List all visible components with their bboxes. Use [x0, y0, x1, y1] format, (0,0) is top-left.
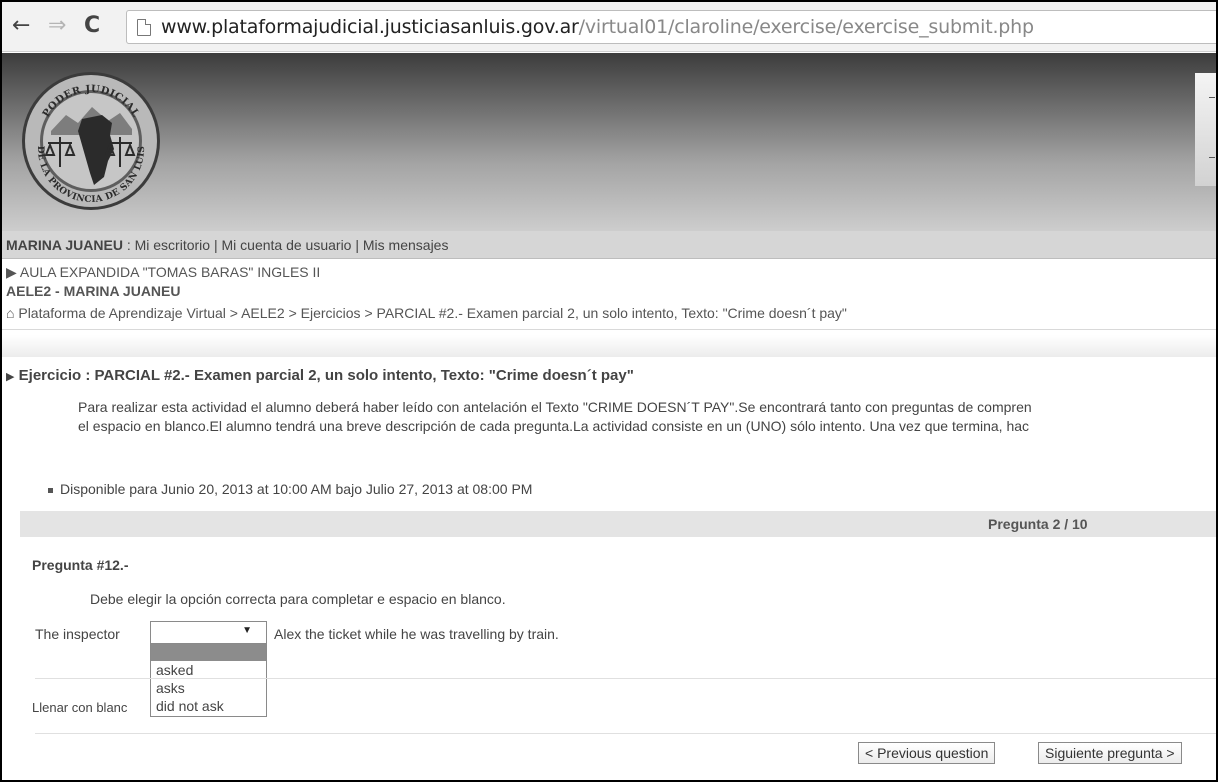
url-text[interactable]: www.plataformajudicial.justiciasanluis.g…: [161, 16, 1034, 38]
previous-question-button[interactable]: < Previous question: [858, 742, 996, 764]
toolbar-strip: [2, 335, 1216, 357]
dropdown-option-asks[interactable]: asks: [156, 680, 185, 696]
dropdown-option-asked[interactable]: asked: [156, 662, 193, 678]
breadcrumb-current: PARCIAL #2.- Examen parcial 2, un solo i…: [376, 305, 847, 321]
breadcrumb-course[interactable]: AELE2: [241, 305, 285, 321]
question-header: Pregunta 2 / 10: [20, 511, 1216, 537]
triangle-right-icon: ▶: [6, 371, 15, 383]
user-separator: :: [122, 237, 135, 253]
course-name[interactable]: ▶ AULA EXPANDIDA "TOMAS BARAS" INGLES II: [6, 264, 320, 281]
next-question-button[interactable]: Siguiente pregunta >: [1038, 742, 1182, 764]
divider: [35, 678, 1216, 679]
breadcrumb: ⌂ Plataforma de Aprendizaje Virtual > AE…: [6, 305, 847, 321]
question-number: Pregunta #12.-: [32, 557, 129, 573]
home-icon: ⌂: [6, 305, 15, 321]
dropdown-option-did-not-ask[interactable]: did not ask: [156, 698, 224, 714]
answer-dropdown-list: asked asks did not ask: [150, 643, 267, 717]
question-description: Debe elegir la opción correcta para comp…: [90, 591, 506, 607]
page-icon: [137, 19, 151, 36]
link-mis-mensajes[interactable]: Mis mensajes: [363, 237, 449, 253]
link-mi-cuenta[interactable]: Mi cuenta de usuario: [222, 237, 352, 253]
user-name: MARINA JUANEU: [6, 237, 123, 253]
browser-window: ← ⇒ C www.plataformajudicial.justiciasan…: [0, 0, 1218, 782]
divider: [2, 329, 1216, 330]
course-code: AELE2 - MARINA JUANEU: [6, 283, 181, 299]
browser-toolbar: ← ⇒ C www.plataformajudicial.justiciasan…: [2, 2, 1216, 52]
exercise-description: Para realizar esta actividad el alumno d…: [78, 398, 1216, 436]
url-path: /virtual01/claroline/exercise/exercise_s…: [578, 16, 1034, 38]
breadcrumb-exercises[interactable]: Ejercicios: [301, 305, 361, 321]
exercise-title: ▶ Ejercicio : PARCIAL #2.- Examen parcia…: [6, 367, 634, 384]
reload-icon[interactable]: C: [84, 15, 100, 37]
link-mi-escritorio[interactable]: Mi escritorio: [135, 237, 210, 253]
description-line-2: el espacio en blanco.El alumno tendrá un…: [78, 418, 1030, 434]
availability-item: Disponible para Junio 20, 2013 at 10:00 …: [47, 481, 533, 497]
site-banner: PODER JUDICIAL DE LA PROVINCIA DE SAN LU…: [2, 53, 1216, 231]
description-line-1: Para realizar esta actividad el alumno d…: [78, 399, 1032, 415]
question-counter: Pregunta 2 / 10: [988, 516, 1088, 532]
caret-down-icon: ▼: [242, 625, 252, 636]
url-host: www.plataformajudicial.justiciasanluis.g…: [161, 16, 579, 38]
sentence-after: Alex the ticket while he was travelling …: [274, 626, 559, 642]
poder-judicial-logo: PODER JUDICIAL DE LA PROVINCIA DE SAN LU…: [22, 72, 160, 210]
fill-blank-text: Llenar con blanc: [32, 700, 128, 715]
sentence-before: The inspector: [35, 626, 120, 642]
answer-select[interactable]: ▼: [150, 621, 267, 644]
breadcrumb-platform[interactable]: Plataforma de Aprendizaje Virtual: [18, 305, 226, 321]
back-icon[interactable]: ←: [12, 15, 30, 37]
triangle-right-icon: ▶: [6, 264, 17, 280]
banner-side-panel: [1195, 73, 1216, 186]
address-bar[interactable]: www.plataformajudicial.justiciasanluis.g…: [126, 10, 1216, 44]
dropdown-option-empty[interactable]: [151, 644, 266, 661]
user-bar: MARINA JUANEU : Mi escritorio | Mi cuent…: [2, 231, 1216, 259]
divider: [35, 733, 1216, 734]
forward-icon[interactable]: ⇒: [48, 15, 66, 37]
